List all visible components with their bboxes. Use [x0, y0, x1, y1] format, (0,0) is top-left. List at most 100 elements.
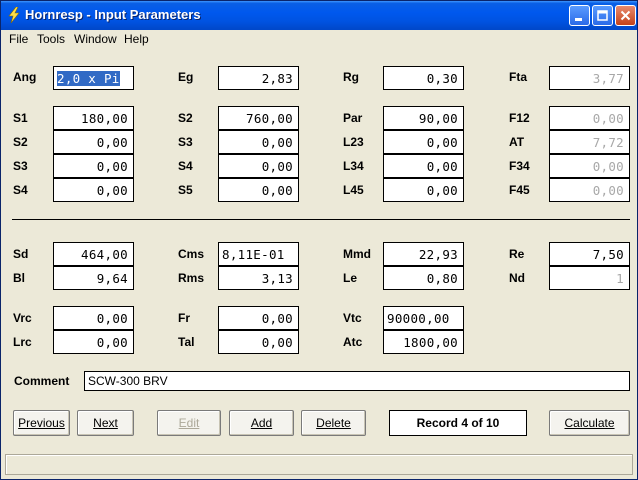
rg-field[interactable]: 0,30 [383, 66, 464, 90]
label-l45: L45 [343, 183, 364, 197]
label-vtc: Vtc [343, 311, 362, 325]
label-f12: F12 [509, 111, 530, 125]
le-field[interactable]: 0,80 [383, 266, 464, 290]
minimize-button[interactable] [569, 5, 590, 26]
par-field[interactable]: 90,00 [383, 106, 464, 130]
label-s2: S2 [13, 135, 28, 149]
calculate-button-label: Calculate [564, 416, 615, 430]
title-bar[interactable]: Hornresp - Input Parameters [1, 1, 637, 30]
cms-field[interactable]: 8,11E-01 [218, 242, 299, 266]
label-s5: S5 [178, 183, 193, 197]
maximize-button[interactable] [592, 5, 613, 26]
sd-field[interactable]: 464,00 [53, 242, 134, 266]
edit-button: Edit [157, 410, 221, 436]
l34-field[interactable]: 0,00 [383, 154, 464, 178]
label-lrc: Lrc [13, 335, 32, 349]
maximize-icon [597, 10, 608, 21]
delete-button[interactable]: Delete [301, 410, 366, 436]
label-tal: Tal [178, 335, 195, 349]
close-icon [620, 10, 631, 21]
mmd-field[interactable]: 22,93 [383, 242, 464, 266]
vtc-field[interactable]: 90000,00 [383, 306, 464, 330]
s2-col2-field[interactable]: 760,00 [218, 106, 299, 130]
edit-button-label: Edit [178, 416, 200, 430]
s3-field[interactable]: 0,00 [53, 154, 134, 178]
comment-label: Comment [14, 374, 70, 388]
s3-col2-field[interactable]: 0,00 [218, 130, 299, 154]
l45-field[interactable]: 0,00 [383, 178, 464, 202]
label-le: Le [343, 271, 358, 285]
label-s1: S1 [13, 111, 28, 125]
label-re: Re [509, 247, 525, 261]
add-button-label: Add [250, 416, 273, 430]
label-fr: Fr [178, 311, 190, 325]
label-f34: F34 [509, 159, 530, 173]
label-at: AT [509, 135, 525, 149]
record-indicator: Record 4 of 10 [389, 410, 527, 436]
f12-field: 0,00 [549, 106, 630, 130]
label-bl: Bl [13, 271, 25, 285]
rms-field[interactable]: 3,13 [218, 266, 299, 290]
add-button[interactable]: Add [229, 410, 294, 436]
re-field[interactable]: 7,50 [549, 242, 630, 266]
label-s4: S4 [13, 183, 28, 197]
label-f45: F45 [509, 183, 530, 197]
label-s4-col2: S4 [178, 159, 193, 173]
previous-button[interactable]: Previous [13, 410, 70, 436]
vrc-field[interactable]: 0,00 [53, 306, 134, 330]
label-atc: Atc [343, 335, 363, 349]
label-l23: L23 [343, 135, 364, 149]
label-sd: Sd [13, 247, 29, 261]
main-window: Hornresp - Input Parameters File Tools W… [0, 0, 638, 480]
atc-field[interactable]: 1800,00 [383, 330, 464, 354]
label-rms: Rms [178, 271, 205, 285]
status-bar [5, 454, 633, 475]
f45-field: 0,00 [549, 178, 630, 202]
ang-value: 2,0 x Pi [57, 71, 120, 86]
section-divider [12, 219, 630, 220]
menu-help[interactable]: Help [124, 32, 149, 46]
f34-field: 0,00 [549, 154, 630, 178]
s4-field[interactable]: 0,00 [53, 178, 134, 202]
previous-button-label: Previous [18, 416, 65, 430]
ang-field[interactable]: 2,0 x Pi [53, 66, 134, 90]
label-vrc: Vrc [13, 311, 32, 325]
label-nd: Nd [509, 271, 525, 285]
calculate-button[interactable]: Calculate [549, 410, 630, 436]
menu-file[interactable]: File [9, 32, 28, 46]
s1-field[interactable]: 180,00 [53, 106, 134, 130]
delete-button-label: Delete [316, 416, 351, 430]
tal-field[interactable]: 0,00 [218, 330, 299, 354]
label-fta: Fta [509, 70, 527, 84]
s5-field[interactable]: 0,00 [218, 178, 299, 202]
label-par: Par [343, 111, 363, 125]
window-title: Hornresp - Input Parameters [25, 7, 201, 22]
close-button[interactable] [615, 5, 636, 26]
fta-field: 3,77 [549, 66, 630, 90]
menu-tools[interactable]: Tools [37, 32, 65, 46]
label-mmd: Mmd [343, 247, 371, 261]
comment-field[interactable]: SCW-300 BRV [84, 371, 630, 391]
label-s3: S3 [13, 159, 28, 173]
next-button[interactable]: Next [77, 410, 134, 436]
label-s3-col2: S3 [178, 135, 193, 149]
label-eg: Eg [178, 70, 194, 84]
menu-window[interactable]: Window [74, 32, 117, 46]
label-cms: Cms [178, 247, 205, 261]
label-rg: Rg [343, 70, 359, 84]
label-l34: L34 [343, 159, 364, 173]
lightning-icon [8, 7, 20, 23]
s4-col2-field[interactable]: 0,00 [218, 154, 299, 178]
label-s2-col2: S2 [178, 111, 193, 125]
fr-field[interactable]: 0,00 [218, 306, 299, 330]
at-field: 7,72 [549, 130, 630, 154]
lrc-field[interactable]: 0,00 [53, 330, 134, 354]
bl-field[interactable]: 9,64 [53, 266, 134, 290]
label-ang: Ang [13, 70, 37, 84]
eg-field[interactable]: 2,83 [218, 66, 299, 90]
next-button-label: Next [93, 416, 118, 430]
l23-field[interactable]: 0,00 [383, 130, 464, 154]
s2-field[interactable]: 0,00 [53, 130, 134, 154]
menu-bar: File Tools Window Help [1, 30, 637, 48]
minimize-icon [575, 18, 582, 21]
